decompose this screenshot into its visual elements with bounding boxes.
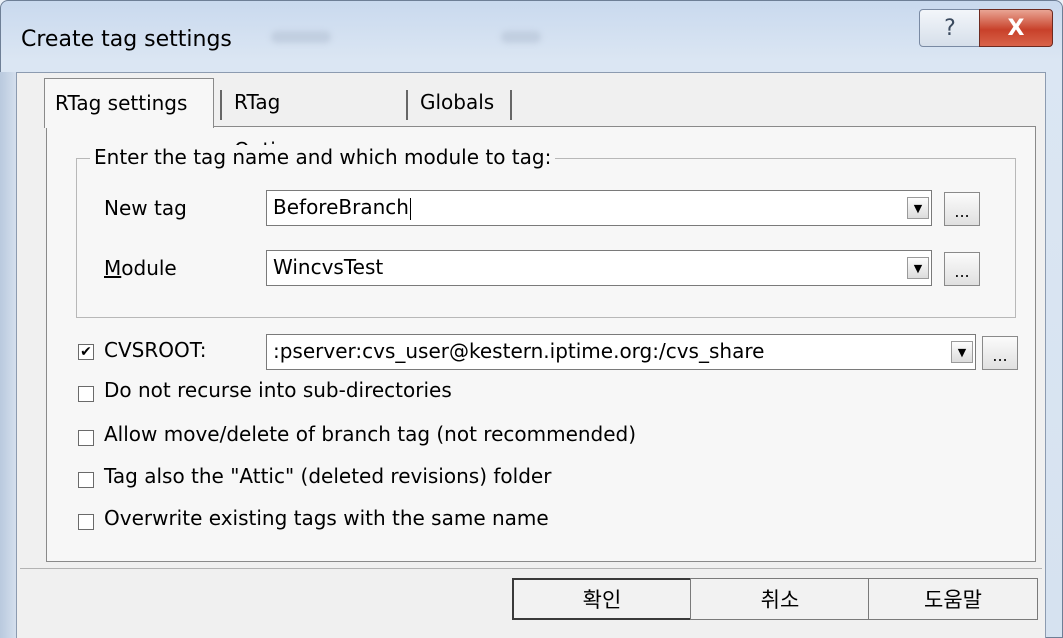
- footer-divider: [20, 568, 1042, 569]
- tab-separator: [406, 90, 408, 120]
- cvsroot-checkbox[interactable]: ✔: [78, 344, 94, 360]
- chevron-down-icon[interactable]: ▼: [907, 257, 929, 279]
- tab-label: RTag settings: [55, 91, 188, 115]
- ok-button-label: 확인: [582, 588, 622, 612]
- new-tag-combobox[interactable]: BeforeBranch ▼: [266, 190, 932, 226]
- cvsroot-value: :pserver:cvs_user@kestern.iptime.org:/cv…: [273, 339, 765, 363]
- ok-button[interactable]: 확인: [512, 578, 692, 620]
- new-tag-label: New tag: [104, 196, 187, 220]
- allow-move-branch-label: Allow move/delete of branch tag (not rec…: [104, 422, 637, 446]
- no-recurse-checkbox[interactable]: [78, 386, 94, 402]
- overwrite-tags-label: Overwrite existing tags with the same na…: [104, 506, 549, 530]
- chevron-down-icon[interactable]: ▼: [951, 341, 973, 363]
- tag-attic-checkbox[interactable]: [78, 472, 94, 488]
- background-blur: [271, 31, 331, 43]
- question-icon: ?: [944, 15, 956, 41]
- cancel-button-label: 취소: [760, 588, 800, 612]
- cvsroot-label: CVSROOT:: [104, 338, 207, 362]
- tag-attic-label: Tag also the "Attic" (deleted revisions)…: [104, 464, 552, 488]
- help-button[interactable]: 도움말: [868, 578, 1038, 620]
- module-value: WincvsTest: [273, 255, 384, 279]
- cvsroot-combobox[interactable]: :pserver:cvs_user@kestern.iptime.org:/cv…: [266, 334, 976, 370]
- tab-separator: [510, 90, 512, 120]
- overwrite-tags-checkbox[interactable]: [78, 514, 94, 530]
- background-blur: [501, 31, 541, 43]
- no-recurse-label: Do not recurse into sub-directories: [104, 378, 452, 402]
- module-browse-button[interactable]: ...: [944, 252, 980, 286]
- tab-label: Globals: [420, 90, 495, 114]
- new-tag-value: BeforeBranch: [273, 195, 411, 220]
- allow-move-branch-checkbox[interactable]: [78, 430, 94, 446]
- new-tag-browse-button[interactable]: ...: [944, 192, 980, 226]
- help-titlebar-button[interactable]: ?: [919, 9, 981, 47]
- tab-globals[interactable]: Globals: [410, 78, 504, 128]
- text-caret: [409, 197, 411, 220]
- groupbox-legend: Enter the tag name and which module to t…: [90, 145, 556, 169]
- window-frame-left: [0, 72, 16, 638]
- help-button-label: 도움말: [924, 588, 982, 612]
- window-title: Create tag settings: [21, 27, 232, 52]
- close-icon: X: [1007, 15, 1025, 41]
- cvsroot-browse-button[interactable]: ...: [982, 336, 1018, 370]
- tab-rtag-options[interactable]: RTag Options: [224, 78, 321, 162]
- cancel-button[interactable]: 취소: [690, 578, 870, 620]
- chevron-down-icon[interactable]: ▼: [907, 197, 929, 219]
- module-label: Module: [104, 256, 177, 280]
- tab-separator: [220, 90, 222, 120]
- tab-rtag-settings[interactable]: RTag settings: [44, 78, 214, 128]
- tag-groupbox: [76, 158, 1016, 318]
- title-bar[interactable]: Create tag settings ? X: [1, 1, 1062, 73]
- module-combobox[interactable]: WincvsTest ▼: [266, 250, 932, 286]
- close-button[interactable]: X: [979, 9, 1053, 47]
